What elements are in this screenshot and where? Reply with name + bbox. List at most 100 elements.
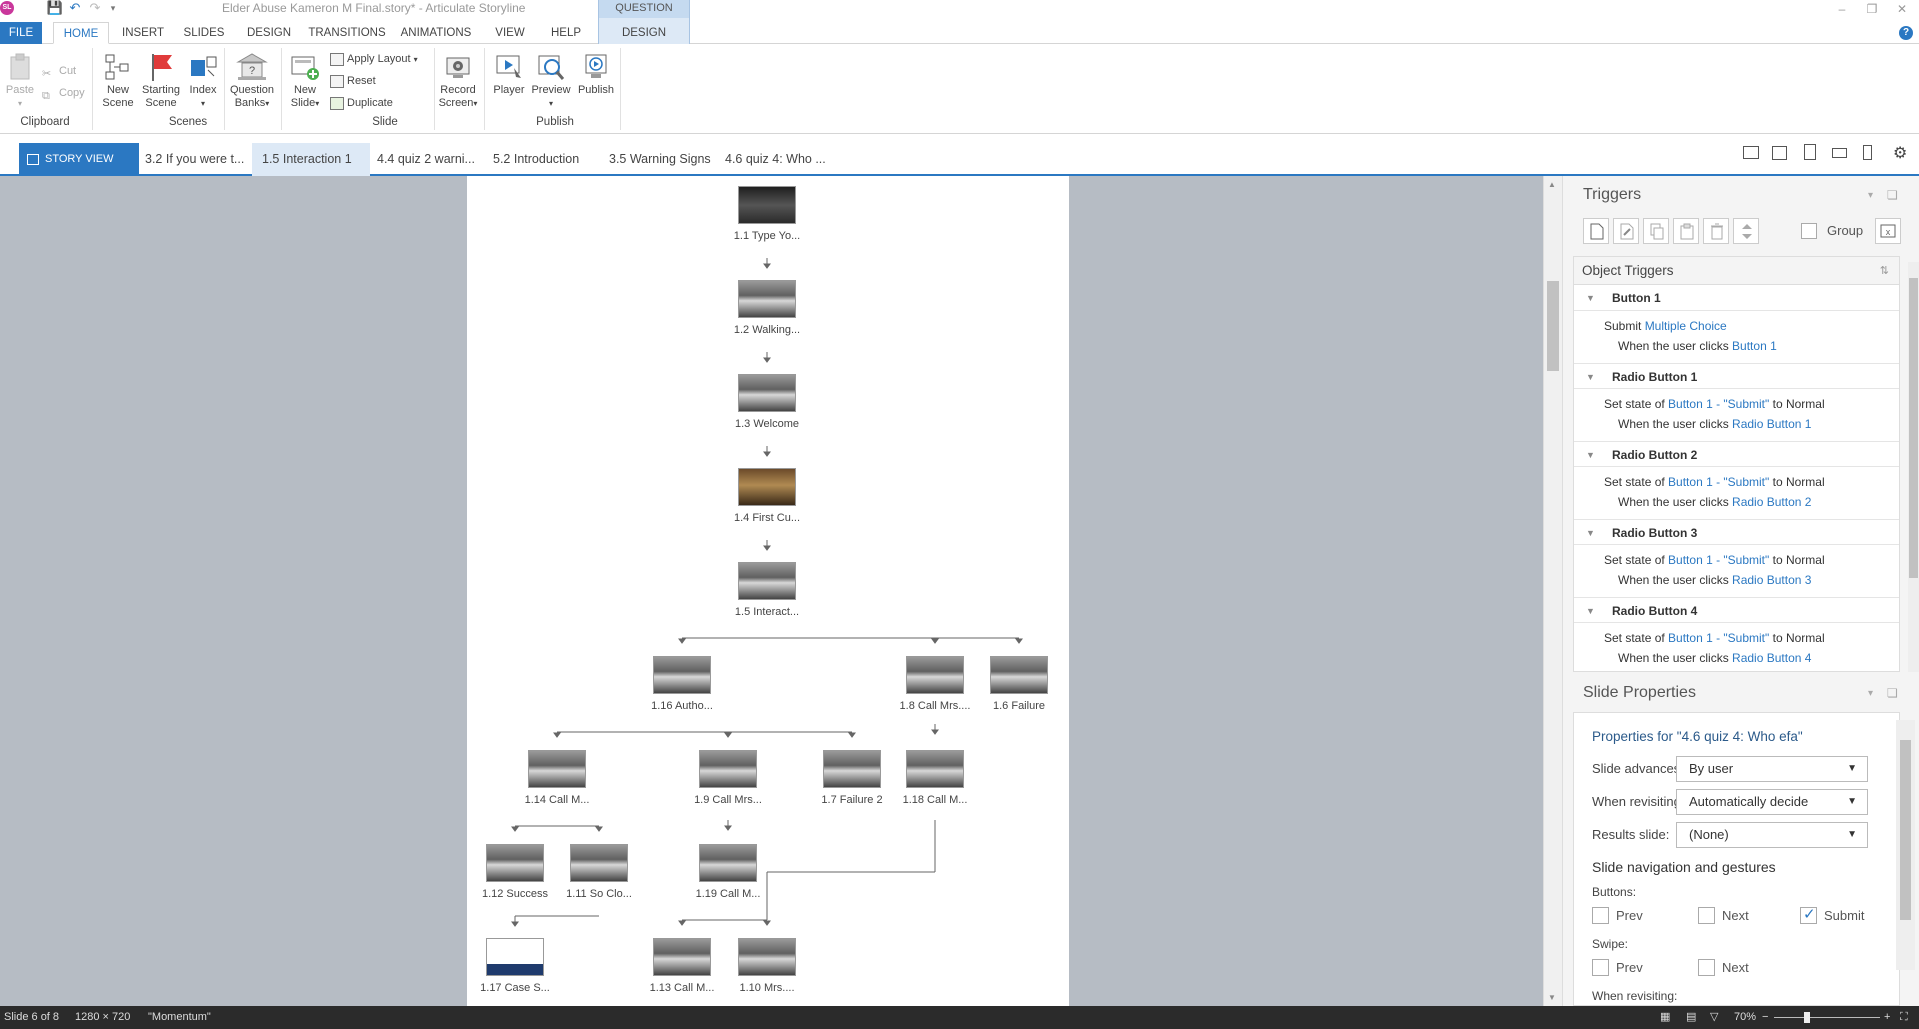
tab-insert[interactable]: INSERT [117,22,169,44]
help-icon[interactable]: ? [1899,26,1913,40]
trigger-action[interactable]: Set state of Button 1 - "Submit" to Norm… [1604,475,1825,489]
prev-button-checkbox[interactable] [1592,907,1609,924]
scrollbar-thumb[interactable] [1547,281,1559,371]
story-slide-node[interactable]: 1.3 Welcome [712,374,822,430]
story-slide-node[interactable]: 1.14 Call M... [502,750,612,806]
panel-float-icon[interactable]: ❏ [1887,188,1898,202]
story-view-tab[interactable]: STORY VIEW [19,143,139,176]
trigger-action[interactable]: Set state of Button 1 - "Submit" to Norm… [1604,397,1825,411]
next-button-checkbox[interactable] [1698,907,1715,924]
tab-animations[interactable]: ANIMATIONS [398,22,474,44]
trigger-action-target[interactable]: Button 1 - "Submit" [1668,553,1769,567]
tab-transitions[interactable]: TRANSITIONS [306,22,388,44]
apply-layout-button[interactable]: Apply Layout ▾ [330,50,418,68]
tab-home[interactable]: HOME [53,22,109,44]
phone-portrait-icon[interactable] [1863,145,1872,160]
story-slide-node[interactable]: 1.4 First Cu... [712,468,822,524]
cut-button[interactable]: ✂ Cut [42,62,76,80]
trigger-action-target[interactable]: Button 1 - "Submit" [1668,631,1769,645]
panel-float-icon[interactable]: ❏ [1887,686,1898,700]
trigger-condition[interactable]: When the user clicks Radio Button 3 [1618,573,1811,587]
story-slide-node[interactable]: 1.9 Call Mrs... [673,750,783,806]
trigger-action[interactable]: Set state of Button 1 - "Submit" to Norm… [1604,631,1825,645]
preview-button[interactable]: Preview ▾ [529,52,573,110]
trigger-action-target[interactable]: Multiple Choice [1645,319,1727,333]
paste-button[interactable]: Paste ▾ [4,52,36,110]
submit-button-checkbox[interactable] [1800,905,1817,924]
trigger-action[interactable]: Submit Multiple Choice [1604,319,1727,333]
question-banks-button[interactable]: ? Question Banks▾ [228,52,276,110]
trigger-action[interactable]: Set state of Button 1 - "Submit" to Norm… [1604,553,1825,567]
trigger-group-radio-button-2[interactable]: ▼ Radio Button 2 [1574,441,1899,468]
story-slide-node[interactable]: 1.2 Walking... [712,280,822,336]
delete-trigger-button[interactable] [1703,218,1729,244]
close-icon[interactable]: ✕ [1888,0,1916,18]
expand-triangle-icon[interactable]: ▼ [1586,520,1595,546]
redo-icon[interactable]: ↷ [86,0,104,16]
swipe-prev-checkbox[interactable] [1592,959,1609,976]
story-slide-node[interactable]: 1.6 Failure [964,656,1074,712]
tablet-portrait-icon[interactable] [1804,144,1816,160]
zoom-in-icon[interactable]: + [1884,1006,1890,1029]
slide-properties-scrollbar[interactable] [1896,720,1915,970]
scrollbar-thumb[interactable] [1900,740,1911,920]
undo-icon[interactable]: ↶ [66,0,84,16]
swipe-next-checkbox[interactable] [1698,959,1715,976]
slide-tab[interactable]: 3.5 Warning Signs [609,143,717,176]
story-slide-node[interactable]: 1.5 Interact... [712,562,822,618]
trigger-condition[interactable]: When the user clicks Radio Button 1 [1618,417,1811,431]
trigger-group-button-1[interactable]: ▼ Button 1 [1574,285,1899,311]
panel-collapse-icon[interactable]: ▾ [1868,688,1873,699]
trigger-action-state[interactable]: Normal [1786,397,1825,411]
trigger-action-state[interactable]: Normal [1786,631,1825,645]
when-revisiting-select[interactable]: Automatically decide ▼ [1676,789,1868,815]
move-trigger-button[interactable] [1733,218,1759,244]
story-slide-node[interactable]: 1.10 Mrs.... [712,938,822,994]
trigger-when-object[interactable]: Radio Button 3 [1732,573,1811,587]
slide-tab[interactable]: 4.6 quiz 4: Who ... [725,143,835,176]
new-slide-button[interactable]: New Slide▾ [286,52,324,110]
tab-help[interactable]: HELP [547,22,585,44]
trigger-action-target[interactable]: Button 1 - "Submit" [1668,475,1769,489]
tab-file[interactable]: FILE [0,22,42,44]
trigger-action-state[interactable]: Normal [1786,553,1825,567]
trigger-condition[interactable]: When the user clicks Radio Button 2 [1618,495,1811,509]
duplicate-button[interactable]: Duplicate [330,94,393,112]
tab-question-design[interactable]: DESIGN [598,18,690,44]
expand-triangle-icon[interactable]: ▼ [1586,442,1595,468]
story-slide-node[interactable]: 1.11 So Clo... [544,844,654,900]
settings-gear-icon[interactable]: ⚙ [1893,143,1907,163]
paste-trigger-button[interactable] [1673,218,1699,244]
expand-triangle-icon[interactable]: ▼ [1586,598,1595,624]
tab-design[interactable]: DESIGN [242,22,296,44]
slide-tab[interactable]: 4.4 quiz 2 warni... [377,143,485,176]
canvas-scrollbar[interactable]: ▲ ▼ [1543,176,1562,1006]
trigger-when-object[interactable]: Button 1 [1732,339,1777,353]
collapse-all-icon[interactable]: ⇅ [1880,257,1889,285]
trigger-group-radio-button-4[interactable]: ▼ Radio Button 4 [1574,597,1899,624]
new-trigger-button[interactable] [1583,218,1609,244]
trigger-options-button[interactable]: x [1875,218,1901,244]
trigger-action-target[interactable]: Button 1 - "Submit" [1668,397,1769,411]
copy-trigger-button[interactable] [1643,218,1669,244]
scroll-down-icon[interactable]: ▼ [1548,993,1556,1002]
expand-triangle-icon[interactable]: ▼ [1586,364,1595,390]
preview-status-icon[interactable]: ▽ [1710,1006,1718,1029]
phone-landscape-icon[interactable] [1832,148,1847,158]
edit-trigger-button[interactable] [1613,218,1639,244]
minimize-icon[interactable]: – [1828,0,1856,18]
zoom-out-icon[interactable]: − [1762,1006,1768,1029]
scroll-up-icon[interactable]: ▲ [1548,180,1556,189]
trigger-group-radio-button-1[interactable]: ▼ Radio Button 1 [1574,363,1899,390]
slide-tab-active[interactable]: 1.5 Interaction 1 [252,143,370,176]
normal-view-icon[interactable]: ▤ [1686,1006,1696,1029]
zoom-slider-knob[interactable] [1804,1012,1810,1023]
tab-slides[interactable]: SLIDES [181,22,227,44]
desktop-preview-icon[interactable] [1743,146,1759,159]
reset-button[interactable]: Reset [330,72,376,90]
triggers-scrollbar[interactable] [1908,262,1919,672]
publish-button[interactable]: Publish [575,52,617,97]
group-checkbox[interactable] [1801,223,1817,239]
restore-icon[interactable]: ❐ [1858,0,1886,18]
trigger-group-radio-button-3[interactable]: ▼ Radio Button 3 [1574,519,1899,546]
